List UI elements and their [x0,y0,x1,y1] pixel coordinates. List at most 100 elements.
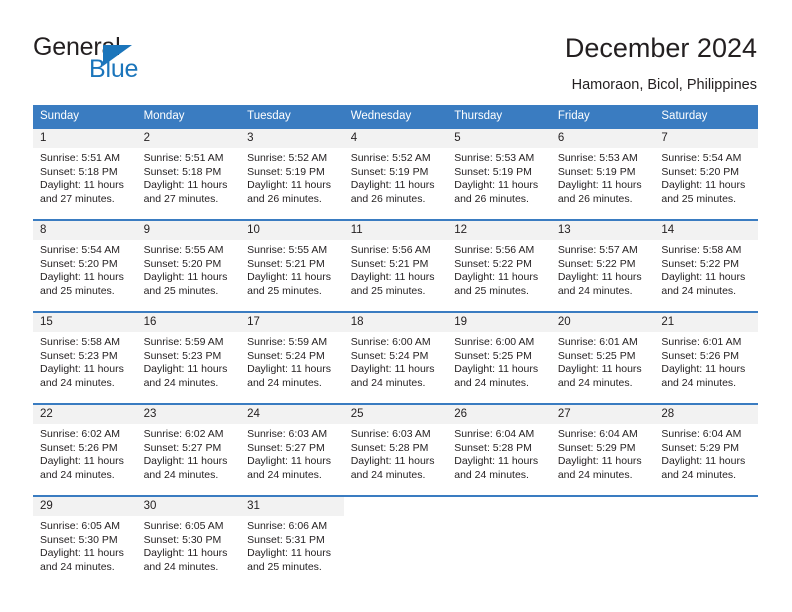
calendar-day-cell[interactable]: 30 Sunrise: 6:05 AM Sunset: 5:30 PM Dayligh… [136,495,241,587]
day-number: 28 [654,405,758,424]
calendar-day-cell[interactable]: 15 Sunrise: 5:58 AM Sunset: 5:23 PM Dayligh… [33,311,137,404]
calendar-day-cell[interactable]: 4 Sunrise: 5:52 AM Sunset: 5:19 PM Daylight… [343,127,448,220]
day-number: 9 [136,221,241,240]
calendar-day-cell[interactable]: 1 Sunrise: 5:51 AM Sunset: 5:18 PM Daylight… [33,127,137,220]
day-detail-daylight-2: and 24 minutes. [143,376,219,389]
day-details: Sunrise: 5:58 AM Sunset: 5:22 PM Daylight:… [654,240,758,298]
day-details: Sunrise: 5:54 AM Sunset: 5:20 PM Daylight:… [654,148,758,206]
calendar-day-cell[interactable]: 27 Sunrise: 6:04 AM Sunset: 5:29 PM Dayligh… [550,403,655,496]
calendar-day-cell[interactable]: 21 Sunrise: 6:01 AM Sunset: 5:26 PM Dayligh… [654,311,758,404]
day-detail-sunrise: Sunrise: 6:00 AM [350,336,431,348]
day-details: Sunrise: 5:56 AM Sunset: 5:21 PM Daylight:… [344,240,448,298]
day-detail-daylight-2: and 26 minutes. [350,192,426,205]
day-number: 24 [240,405,344,424]
day-detail-daylight-2: and 24 minutes. [557,284,633,297]
calendar-day-cell[interactable]: 28 Sunrise: 6:04 AM Sunset: 5:29 PM Dayligh… [654,403,758,496]
day-detail-sunrise: Sunrise: 5:51 AM [143,152,224,164]
day-detail-daylight-2: and 24 minutes. [661,376,737,389]
calendar-day-cell[interactable]: 12 Sunrise: 5:56 AM Sunset: 5:22 PM Dayligh… [447,219,551,312]
day-detail-sunrise: Sunrise: 5:53 AM [557,152,638,164]
logo-text-blue: Blue [89,55,139,83]
day-detail-sunrise: Sunrise: 6:05 AM [40,520,120,532]
calendar-day-cell[interactable]: 29 Sunrise: 6:05 AM Sunset: 5:30 PM Dayligh… [33,495,137,587]
day-detail-daylight-2: and 26 minutes. [454,192,529,205]
day-detail-daylight-1: Daylight: 11 hours [143,455,228,468]
day-detail-sunset: Sunset: 5:26 PM [40,441,118,454]
calendar-day-cell[interactable]: 11 Sunrise: 5:56 AM Sunset: 5:21 PM Dayligh… [343,219,448,312]
day-detail-daylight-1: Daylight: 11 hours [143,547,228,560]
calendar-day-cell[interactable]: 24 Sunrise: 6:03 AM Sunset: 5:27 PM Dayligh… [240,403,344,496]
day-details: Sunrise: 5:59 AM Sunset: 5:24 PM Daylight:… [240,332,344,390]
day-detail-sunset: Sunset: 5:25 PM [454,349,532,362]
calendar-day-cell[interactable]: 5 Sunrise: 5:53 AM Sunset: 5:19 PM Daylight… [447,127,551,220]
calendar-day-cell[interactable]: 17 Sunrise: 5:59 AM Sunset: 5:24 PM Dayligh… [240,311,344,404]
day-detail-daylight-2: and 24 minutes. [247,376,322,389]
calendar-day-cell[interactable]: 25 Sunrise: 6:03 AM Sunset: 5:28 PM Dayligh… [343,403,448,496]
day-detail-sunrise: Sunrise: 6:01 AM [557,336,638,348]
day-detail-sunrise: Sunrise: 5:51 AM [40,152,120,164]
calendar-week-row: 15 Sunrise: 5:58 AM Sunset: 5:23 PM Dayligh… [33,311,758,404]
calendar-day-cell[interactable]: 18 Sunrise: 6:00 AM Sunset: 5:24 PM Dayligh… [343,311,448,404]
calendar-header-row: Sunday Monday Tuesday Wednesday Thursday… [33,105,758,128]
day-detail-sunrise: Sunrise: 5:58 AM [661,244,742,256]
day-detail-sunset: Sunset: 5:19 PM [247,165,325,178]
weekday-header-tuesday: Tuesday [240,105,344,128]
day-detail-sunrise: Sunrise: 5:56 AM [350,244,431,256]
day-detail-sunset: Sunset: 5:24 PM [247,349,325,362]
calendar-day-cell[interactable]: 3 Sunrise: 5:52 AM Sunset: 5:19 PM Daylight… [240,127,344,220]
calendar-day-cell[interactable]: 23 Sunrise: 6:02 AM Sunset: 5:27 PM Dayligh… [136,403,241,496]
day-detail-sunrise: Sunrise: 5:57 AM [557,244,638,256]
calendar-day-cell[interactable]: 20 Sunrise: 6:01 AM Sunset: 5:25 PM Dayligh… [550,311,655,404]
calendar-day-cell[interactable]: 14 Sunrise: 5:58 AM Sunset: 5:22 PM Dayligh… [654,219,758,312]
calendar-day-cell[interactable]: 8 Sunrise: 5:54 AM Sunset: 5:20 PM Daylight… [33,219,137,312]
calendar-day-cell-empty [447,495,551,587]
day-details: Sunrise: 6:06 AM Sunset: 5:31 PM Daylight:… [240,516,344,574]
day-detail-daylight-2: and 24 minutes. [557,468,633,481]
day-detail-daylight-2: and 26 minutes. [557,192,633,205]
calendar-day-cell[interactable]: 2 Sunrise: 5:51 AM Sunset: 5:18 PM Daylight… [136,127,241,220]
day-detail-sunset: Sunset: 5:18 PM [40,165,118,178]
weekday-header-sunday: Sunday [33,105,137,128]
day-detail-daylight-2: and 25 minutes. [143,284,219,297]
day-number: 5 [447,129,551,148]
day-detail-sunrise: Sunrise: 6:03 AM [247,428,328,440]
day-details: Sunrise: 6:02 AM Sunset: 5:26 PM Daylight:… [33,424,137,482]
day-details: Sunrise: 6:02 AM Sunset: 5:27 PM Daylight:… [137,424,241,482]
day-detail-daylight-1: Daylight: 11 hours [40,363,124,376]
day-details: Sunrise: 6:00 AM Sunset: 5:24 PM Daylight:… [344,332,448,390]
day-details: Sunrise: 5:55 AM Sunset: 5:21 PM Daylight:… [240,240,344,298]
day-number [550,497,655,516]
calendar-day-cell-empty [654,495,758,587]
calendar-day-cell[interactable]: 6 Sunrise: 5:53 AM Sunset: 5:19 PM Daylight… [550,127,655,220]
day-number: 11 [343,221,448,240]
calendar-day-cell[interactable]: 31 Sunrise: 6:06 AM Sunset: 5:31 PM Dayligh… [240,495,344,587]
calendar-day-cell[interactable]: 13 Sunrise: 5:57 AM Sunset: 5:22 PM Dayligh… [550,219,655,312]
calendar-day-cell[interactable]: 19 Sunrise: 6:00 AM Sunset: 5:25 PM Dayligh… [447,311,551,404]
day-detail-sunrise: Sunrise: 6:04 AM [661,428,742,440]
day-detail-sunset: Sunset: 5:22 PM [454,257,532,270]
day-detail-daylight-2: and 25 minutes. [40,284,115,297]
day-detail-daylight-1: Daylight: 11 hours [40,547,124,560]
day-detail-daylight-2: and 25 minutes. [247,284,322,297]
day-detail-daylight-1: Daylight: 11 hours [454,179,539,192]
day-number: 3 [240,129,344,148]
day-number: 10 [240,221,344,240]
day-number: 25 [343,405,448,424]
calendar-day-cell[interactable]: 9 Sunrise: 5:55 AM Sunset: 5:20 PM Daylight… [136,219,241,312]
day-detail-sunrise: Sunrise: 5:54 AM [661,152,742,164]
calendar-day-cell[interactable]: 10 Sunrise: 5:55 AM Sunset: 5:21 PM Dayligh… [240,219,344,312]
day-detail-daylight-1: Daylight: 11 hours [143,179,228,192]
day-number [654,497,758,516]
calendar-day-cell[interactable]: 7 Sunrise: 5:54 AM Sunset: 5:20 PM Daylight… [654,127,758,220]
day-detail-daylight-2: and 24 minutes. [557,376,633,389]
day-detail-sunrise: Sunrise: 6:06 AM [247,520,328,532]
calendar-day-cell[interactable]: 16 Sunrise: 5:59 AM Sunset: 5:23 PM Dayligh… [136,311,241,404]
day-detail-daylight-1: Daylight: 11 hours [40,271,124,284]
calendar-day-cell[interactable]: 22 Sunrise: 6:02 AM Sunset: 5:26 PM Dayligh… [33,403,137,496]
calendar-day-cell[interactable]: 26 Sunrise: 6:04 AM Sunset: 5:28 PM Dayligh… [447,403,551,496]
day-number: 12 [447,221,551,240]
day-number: 6 [550,129,655,148]
day-detail-daylight-2: and 24 minutes. [350,376,426,389]
page-title: December 2024 [564,33,757,63]
day-details: Sunrise: 6:03 AM Sunset: 5:27 PM Daylight:… [240,424,344,482]
